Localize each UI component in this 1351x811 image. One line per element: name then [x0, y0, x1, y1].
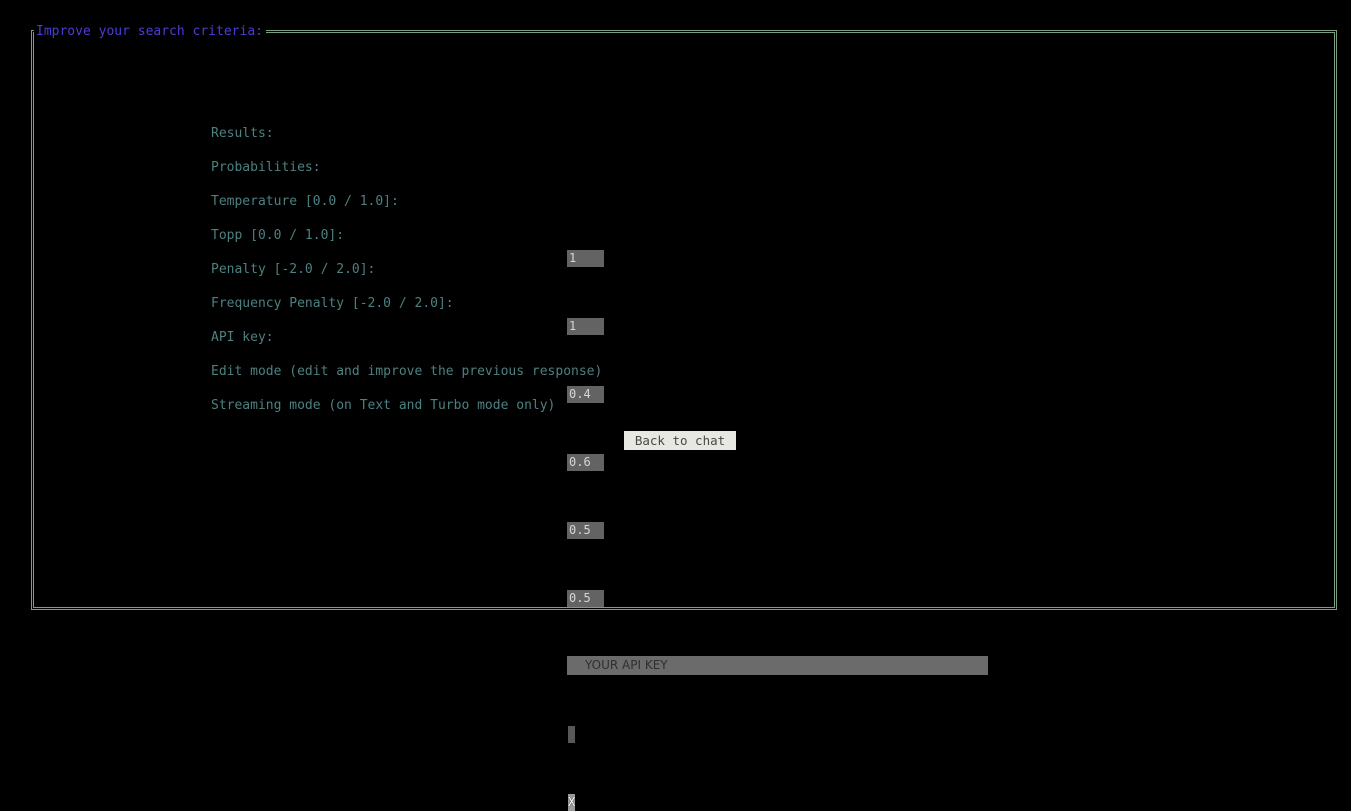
- label-api-key: API key:: [211, 330, 274, 345]
- label-edit-mode: Edit mode (edit and improve the previous…: [211, 364, 603, 379]
- penalty-input[interactable]: [567, 522, 604, 539]
- api-key-input[interactable]: [567, 656, 988, 675]
- label-frequency-penalty: Frequency Penalty [-2.0 / 2.0]:: [211, 296, 454, 311]
- topp-input[interactable]: [567, 454, 604, 471]
- temperature-input[interactable]: [567, 386, 604, 403]
- label-topp: Topp [0.0 / 1.0]:: [211, 228, 345, 243]
- label-probabilities: Probabilities:: [211, 160, 321, 175]
- label-temperature: Temperature [0.0 / 1.0]:: [211, 194, 399, 209]
- label-results: Results:: [211, 126, 274, 141]
- edit-mode-checkbox[interactable]: [568, 726, 575, 743]
- search-criteria-form: Results: Probabilities: Temperature [0.0…: [0, 0, 1351, 811]
- probabilities-input[interactable]: [567, 318, 604, 335]
- streaming-mode-checkbox[interactable]: X: [568, 794, 575, 811]
- back-to-chat-button[interactable]: Back to chat: [624, 431, 736, 450]
- results-input[interactable]: [567, 250, 604, 267]
- label-streaming-mode: Streaming mode (on Text and Turbo mode o…: [211, 398, 556, 413]
- label-penalty: Penalty [-2.0 / 2.0]:: [211, 262, 376, 277]
- frequency-penalty-input[interactable]: [567, 590, 604, 607]
